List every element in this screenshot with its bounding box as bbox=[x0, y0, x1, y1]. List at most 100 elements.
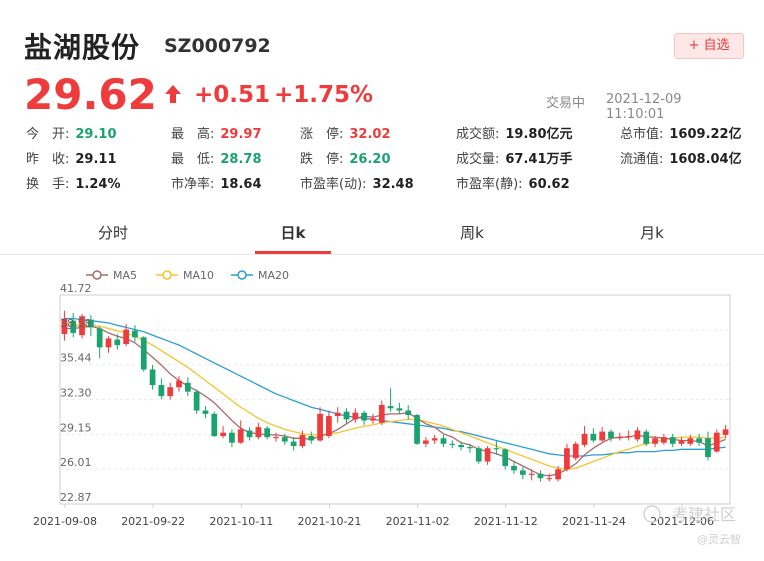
candle[interactable] bbox=[502, 448, 509, 470]
candle[interactable] bbox=[255, 422, 262, 440]
candle[interactable] bbox=[132, 325, 138, 342]
candle-body bbox=[625, 436, 632, 438]
candle-body bbox=[96, 328, 103, 348]
svg-text:MA5: MA5 bbox=[113, 269, 137, 282]
tab-monthly-k[interactable]: 月k bbox=[617, 212, 687, 254]
candle[interactable] bbox=[149, 365, 156, 390]
svg-text:MA10: MA10 bbox=[183, 269, 214, 282]
candle-body bbox=[616, 437, 623, 439]
candle[interactable] bbox=[696, 433, 703, 447]
candle-body bbox=[281, 437, 288, 442]
candle[interactable] bbox=[264, 426, 271, 440]
candle-body bbox=[440, 438, 447, 444]
candle[interactable] bbox=[334, 407, 341, 423]
quote-stats: 今 开: 29.10 昨 收: 29.11 换 手: 1.24% 最 高: 29.97 … bbox=[26, 124, 756, 202]
candle[interactable] bbox=[625, 430, 632, 441]
candle[interactable] bbox=[705, 431, 711, 461]
candle[interactable] bbox=[193, 389, 200, 414]
candle-body bbox=[511, 465, 517, 471]
candle[interactable] bbox=[643, 429, 650, 447]
candle-body bbox=[722, 429, 729, 435]
candle[interactable] bbox=[449, 440, 456, 449]
candle[interactable] bbox=[158, 378, 165, 400]
candle[interactable] bbox=[378, 400, 385, 425]
candle[interactable] bbox=[590, 428, 597, 443]
candle[interactable] bbox=[722, 424, 729, 439]
candle[interactable] bbox=[564, 443, 570, 472]
candle[interactable] bbox=[343, 408, 350, 424]
candle[interactable] bbox=[599, 427, 606, 442]
candle[interactable] bbox=[352, 408, 359, 423]
candle[interactable] bbox=[326, 410, 332, 439]
candle-body bbox=[502, 449, 509, 466]
candle-body bbox=[184, 382, 191, 392]
candle-body bbox=[528, 473, 535, 475]
candle-body bbox=[378, 404, 385, 423]
add-to-watchlist-button[interactable]: + 自选 bbox=[674, 33, 744, 59]
candle-body bbox=[652, 438, 658, 444]
candle[interactable] bbox=[414, 413, 420, 445]
candle[interactable] bbox=[475, 446, 482, 464]
tab-weekly-k[interactable]: 周k bbox=[437, 212, 507, 254]
chart-tabs: 分时 日k 周k 月k bbox=[0, 212, 764, 255]
tab-daily-k[interactable]: 日k bbox=[258, 212, 328, 254]
candle[interactable] bbox=[361, 410, 368, 425]
x-tick-label: 2021-11-24 bbox=[562, 515, 626, 528]
candle[interactable] bbox=[431, 434, 438, 444]
tab-intraday[interactable]: 分时 bbox=[78, 212, 148, 254]
stat-pe-dynamic: 市盈率(动): 32.48 bbox=[300, 177, 414, 192]
candle-body bbox=[123, 329, 129, 345]
legend-ma20[interactable]: MA20 bbox=[231, 269, 289, 282]
legend-ma5[interactable]: MA5 bbox=[86, 269, 137, 282]
candle[interactable] bbox=[511, 461, 517, 474]
stat-market-cap: 总市值: 1609.22亿 bbox=[620, 127, 742, 142]
candle[interactable] bbox=[211, 411, 218, 438]
chart-legend: MA5 MA10 MA20 bbox=[86, 269, 289, 282]
candle[interactable] bbox=[96, 326, 103, 359]
candle-body bbox=[449, 443, 456, 445]
candle[interactable] bbox=[661, 433, 667, 445]
candle[interactable] bbox=[678, 437, 685, 447]
candle-body bbox=[581, 433, 588, 445]
candle[interactable] bbox=[105, 336, 112, 353]
candle[interactable] bbox=[317, 407, 323, 442]
candle[interactable] bbox=[537, 470, 544, 482]
candle[interactable] bbox=[220, 426, 226, 439]
candle[interactable] bbox=[184, 377, 191, 397]
candle[interactable] bbox=[237, 420, 244, 444]
trading-status: 交易中 bbox=[546, 96, 586, 111]
candle[interactable] bbox=[634, 427, 641, 442]
kline-chart[interactable]: MA5 MA10 MA20 41.72 38.58 35.44 32.30 29.15 2… bbox=[0, 258, 764, 557]
candle-body bbox=[458, 444, 464, 448]
candle-body bbox=[220, 432, 226, 437]
stat-pe-static: 市盈率(静): 60.62 bbox=[456, 177, 570, 192]
candle[interactable] bbox=[669, 433, 676, 448]
candle[interactable] bbox=[581, 426, 588, 448]
candle-body bbox=[713, 432, 720, 452]
candle-body bbox=[255, 427, 262, 438]
stat-volume: 成交量: 67.41万手 bbox=[456, 152, 573, 167]
candle[interactable] bbox=[167, 382, 174, 400]
candle[interactable] bbox=[467, 443, 473, 453]
candle[interactable] bbox=[246, 427, 253, 441]
candle[interactable] bbox=[308, 431, 315, 444]
candle[interactable] bbox=[229, 429, 235, 448]
legend-ma10[interactable]: MA10 bbox=[156, 269, 214, 282]
candle[interactable] bbox=[202, 406, 209, 419]
candle[interactable] bbox=[290, 437, 297, 451]
candle-body bbox=[705, 438, 711, 458]
candle[interactable] bbox=[572, 441, 579, 461]
candle[interactable] bbox=[422, 437, 429, 448]
candle[interactable] bbox=[440, 434, 447, 448]
candle[interactable] bbox=[713, 429, 720, 453]
stat-limit-up: 涨 停: 32.02 bbox=[300, 127, 391, 142]
candle[interactable] bbox=[140, 336, 147, 372]
kline-chart-area: MA5 MA10 MA20 41.72 38.58 35.44 32.30 29.15 2… bbox=[0, 258, 764, 557]
candle-body bbox=[132, 330, 138, 338]
candle[interactable] bbox=[396, 402, 403, 414]
candle[interactable] bbox=[405, 404, 412, 420]
candle[interactable] bbox=[370, 413, 376, 424]
candle-body bbox=[211, 413, 218, 437]
candle[interactable] bbox=[484, 446, 491, 465]
candle-body bbox=[687, 438, 694, 444]
